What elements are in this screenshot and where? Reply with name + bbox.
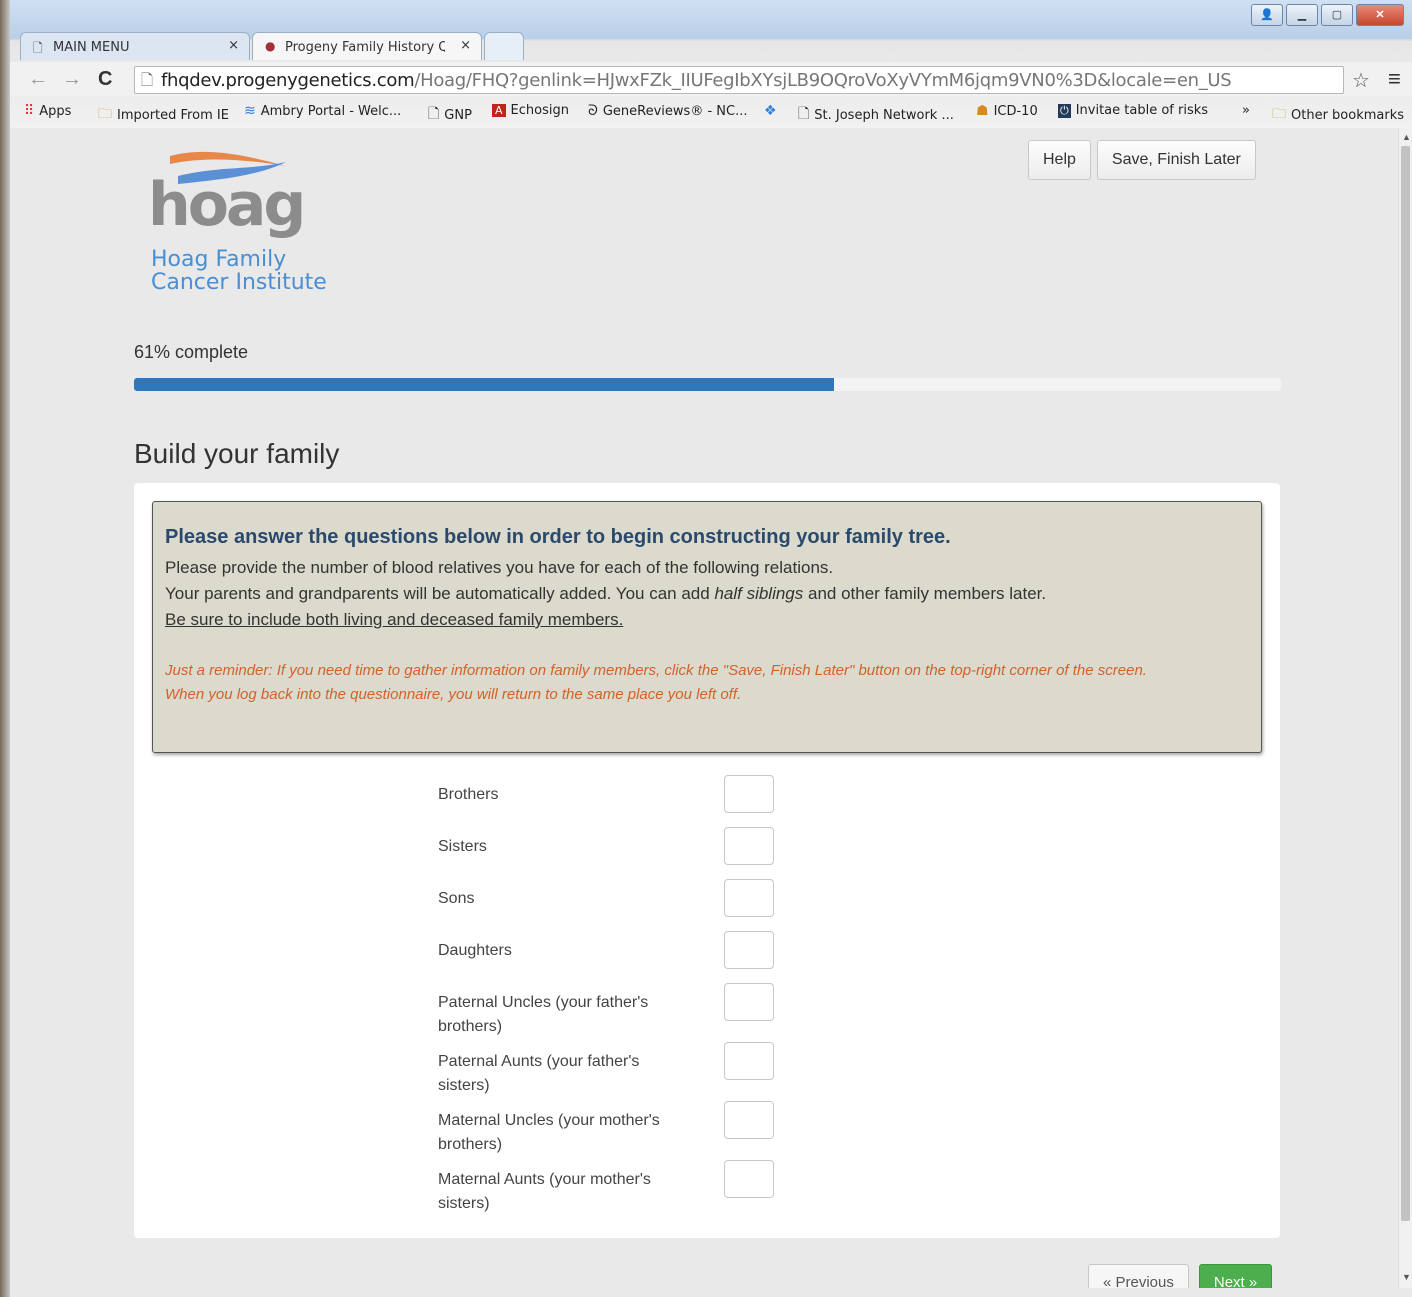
relation-label: Maternal Uncles (your mother's brothers)	[438, 1112, 660, 1153]
footer-nav: « Previous Next »	[1088, 1264, 1273, 1288]
instructions-line: Your parents and grandparents will be au…	[165, 584, 1047, 603]
bookmark-ambry[interactable]: ≋ Ambry Portal - Welc...	[244, 103, 401, 119]
bookmark-invitae[interactable]: ⏻ Invitae table of risks	[1058, 103, 1208, 118]
relation-label: Sons	[438, 890, 475, 907]
previous-button[interactable]: « Previous	[1088, 1264, 1189, 1288]
reload-icon[interactable]: C	[98, 68, 112, 91]
bookmark-dropbox[interactable]: ❖	[764, 103, 777, 119]
relation-label: Paternal Aunts (your father's sisters)	[438, 1053, 640, 1094]
tab-progeny[interactable]: ● Progeny Family History Qu ×	[252, 32, 482, 60]
scroll-down-icon[interactable]: ▼	[1402, 1272, 1411, 1282]
bookmark-echosign[interactable]: A Echosign	[492, 103, 569, 118]
bookmark-imported[interactable]: 🗀 Imported From IE	[98, 103, 229, 127]
relation-count-input[interactable]	[724, 1160, 774, 1198]
instructions-heading: Please answer the questions below in ord…	[165, 526, 951, 548]
scroll-up-icon[interactable]: ▲	[1402, 132, 1411, 142]
folder-icon: 🗀	[1272, 106, 1286, 122]
instructions-line: Please provide the number of blood relat…	[165, 558, 834, 577]
scroll-thumb[interactable]	[1401, 146, 1410, 1221]
page-title: Build your family	[134, 438, 340, 469]
relation-count-input[interactable]	[724, 775, 774, 813]
dna-icon: ᘐ	[588, 103, 598, 119]
bookmarks-overflow[interactable]: »	[1242, 103, 1250, 118]
bookmark-star-icon[interactable]: ☆	[1352, 68, 1370, 93]
bookmark-gnp[interactable]: 🗋 GNP	[428, 103, 472, 127]
family-panel: Please answer the questions below in ord…	[134, 483, 1280, 1238]
relation-label: Daughters	[438, 942, 512, 959]
ambry-icon: ≋	[244, 103, 256, 119]
dropbox-icon: ❖	[764, 103, 777, 119]
relation-count-input[interactable]	[724, 983, 774, 1021]
relation-count-input[interactable]	[724, 827, 774, 865]
scrollbar[interactable]: ▲ ▼	[1398, 128, 1412, 1288]
bookmark-stjoseph[interactable]: 🗋 St. Joseph Network ...	[798, 103, 954, 127]
save-finish-later-button[interactable]: Save, Finish Later	[1096, 140, 1256, 180]
favicon-icon: ●	[265, 39, 276, 53]
reminder-text: Just a reminder: If you need time to gat…	[165, 662, 1147, 703]
tab-close-icon[interactable]: ×	[460, 38, 471, 53]
relation-count-input[interactable]	[724, 931, 774, 969]
maximize-button[interactable]: ▢	[1321, 4, 1353, 26]
back-icon[interactable]: ←	[28, 68, 48, 91]
url-text: fhqdev.progenygenetics.com/Hoag/FHQ?genl…	[161, 70, 1232, 91]
relation-label: Paternal Uncles (your father's brothers)	[438, 994, 649, 1035]
progress-label: 61% complete	[134, 342, 249, 362]
address-bar[interactable]: 🗋 fhqdev.progenygenetics.com/Hoag/FHQ?ge…	[134, 66, 1344, 94]
header-actions: Help Save, Finish Later	[1028, 140, 1256, 180]
apps-grid-icon: ⠿	[24, 103, 35, 119]
bookmark-genereviews[interactable]: ᘐ GeneReviews® - NC...	[588, 103, 747, 119]
bookmarks-bar: ⠿ Apps 🗀 Imported From IE ≋ Ambry Portal - …	[14, 100, 1412, 124]
tab-label: Progeny Family History Qu	[285, 40, 445, 55]
window-controls: 👤 ▁ ▢ ✕	[1251, 4, 1404, 26]
tab-main-menu[interactable]: 🗋 MAIN MENU ×	[20, 32, 250, 60]
page-icon: 🗋	[141, 72, 154, 89]
relation-label: Brothers	[438, 786, 499, 803]
address-row: ← → C 🗋 fhqdev.progenygenetics.com/Hoag/…	[10, 62, 1412, 96]
bookmark-other[interactable]: 🗀 Other bookmarks	[1272, 103, 1404, 127]
minimize-button[interactable]: ▁	[1286, 4, 1318, 26]
page-content: hoag Hoag Family Cancer Institute Help S…	[18, 128, 1398, 1288]
relation-label: Sisters	[438, 838, 487, 855]
logo-wordmark: hoag	[148, 170, 306, 240]
tab-close-icon[interactable]: ×	[228, 38, 239, 53]
adobe-icon: A	[492, 104, 506, 117]
page-icon: 🗋	[428, 106, 440, 122]
bookmark-apps[interactable]: ⠿ Apps	[24, 103, 71, 119]
new-tab-button[interactable]	[484, 32, 524, 60]
instructions-line: Be sure to include both living and decea…	[165, 610, 624, 629]
relation-count-input[interactable]	[724, 1042, 774, 1080]
help-button[interactable]: Help	[1028, 140, 1091, 180]
page-icon: 🗋	[33, 41, 43, 55]
relation-count-input[interactable]	[724, 879, 774, 917]
window-edge	[0, 0, 10, 1297]
tab-label: MAIN MENU	[53, 40, 130, 55]
progress-bar	[134, 378, 1281, 391]
progress-fill	[134, 378, 834, 391]
next-button[interactable]: Next »	[1198, 1264, 1273, 1288]
instructions-box: Please answer the questions below in ord…	[152, 501, 1262, 753]
folder-icon: 🗀	[98, 106, 112, 122]
people-icon: ☗	[976, 103, 989, 119]
relation-label: Maternal Aunts (your mother's sisters)	[438, 1171, 651, 1212]
logo-subtitle: Hoag Family Cancer Institute	[151, 247, 327, 295]
menu-icon[interactable]: ≡	[1388, 66, 1401, 92]
user-icon[interactable]: 👤	[1251, 4, 1283, 26]
bookmark-icd10[interactable]: ☗ ICD-10	[976, 103, 1038, 119]
close-window-button[interactable]: ✕	[1356, 4, 1404, 26]
relation-count-input[interactable]	[724, 1101, 774, 1139]
page-icon: 🗋	[798, 106, 810, 122]
power-icon: ⏻	[1058, 103, 1071, 118]
forward-icon[interactable]: →	[62, 68, 82, 91]
